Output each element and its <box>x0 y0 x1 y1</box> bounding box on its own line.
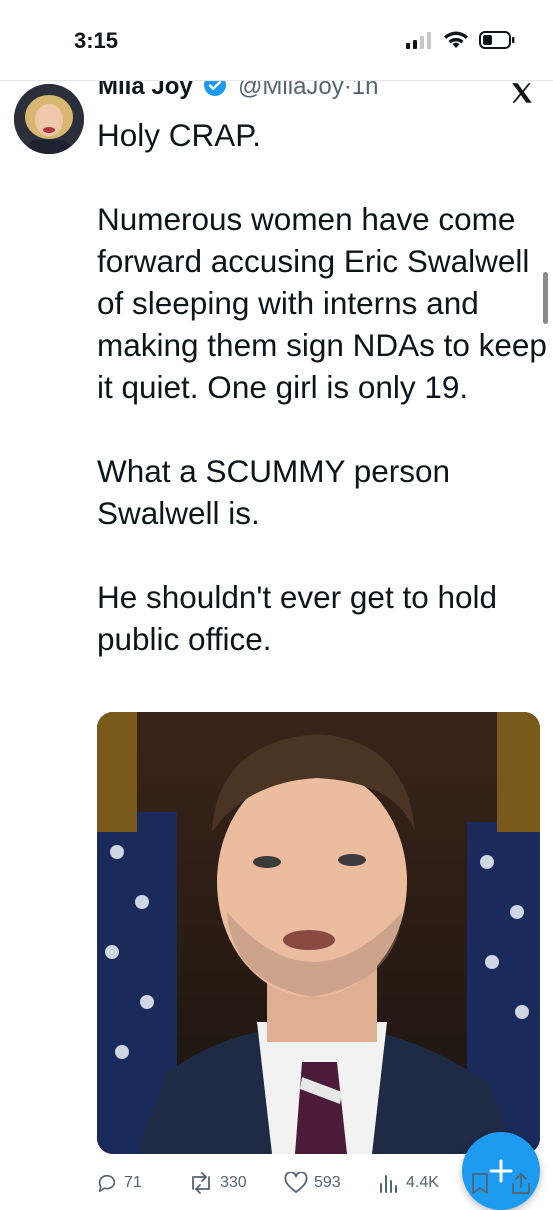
like-button[interactable]: 593 <box>284 1172 341 1194</box>
avatar[interactable] <box>14 84 84 154</box>
status-time: 3:15 <box>74 28 119 53</box>
wifi-icon <box>444 31 468 48</box>
bookmark-button[interactable] <box>470 1172 490 1196</box>
divider <box>0 80 553 81</box>
verified-badge-icon <box>204 80 227 96</box>
tweet-text: Holy CRAP. Numerous women have come forw… <box>97 114 547 660</box>
photo-image <box>97 712 540 1154</box>
tweet-paragraph: Numerous women have come forward accusin… <box>97 201 547 405</box>
like-count: 593 <box>314 1174 341 1191</box>
tweet-paragraph: He shouldn't ever get to hold public off… <box>97 579 498 657</box>
battery-icon <box>479 31 515 49</box>
repost-icon <box>192 1172 210 1194</box>
tweet-actions: 71 330 593 4.4K <box>0 1172 553 1200</box>
share-button[interactable] <box>510 1172 532 1196</box>
views-button[interactable]: 4.4K <box>378 1172 439 1194</box>
author-handle[interactable]: @MilaJoy <box>238 80 344 100</box>
repost-count: 330 <box>220 1174 247 1191</box>
status-bar: 3:15 <box>0 0 553 80</box>
status-icons <box>405 30 515 50</box>
tweet-media-photo[interactable] <box>97 712 540 1154</box>
scrollbar[interactable] <box>543 272 548 324</box>
tweet-time[interactable]: 1h <box>352 80 379 100</box>
views-icon <box>380 1175 397 1193</box>
tweet-header: Mila Joy @MilaJoy·1h <box>98 73 379 102</box>
views-count: 4.4K <box>406 1174 439 1191</box>
repost-button[interactable]: 330 <box>188 1172 247 1194</box>
author-name[interactable]: Mila Joy <box>98 80 193 100</box>
heart-icon <box>284 1172 308 1193</box>
tweet[interactable]: Mila Joy @MilaJoy·1h Holy CRAP. Numerous… <box>0 72 553 1210</box>
bookmark-icon <box>472 1173 488 1194</box>
signal-icon <box>406 32 431 49</box>
reply-button[interactable]: 71 <box>96 1172 142 1194</box>
tweet-paragraph: Holy CRAP. <box>97 117 261 153</box>
header-separator: · <box>343 73 352 100</box>
reply-icon <box>98 1174 116 1193</box>
avatar-image <box>14 84 84 154</box>
reply-count: 71 <box>124 1174 142 1191</box>
x-logo-icon[interactable] <box>509 80 535 106</box>
share-icon <box>512 1173 530 1194</box>
tweet-paragraph: What a SCUMMY person Swalwell is. <box>97 453 451 531</box>
